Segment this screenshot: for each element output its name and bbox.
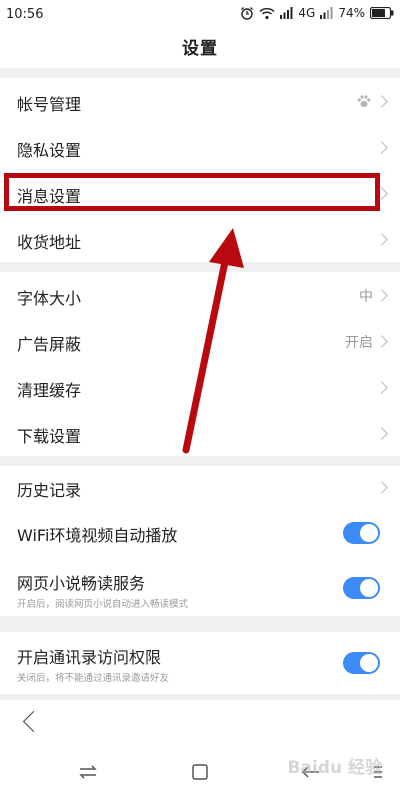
watermark: Baidu 经验 [287, 758, 382, 778]
annotation-arrow [182, 228, 244, 454]
